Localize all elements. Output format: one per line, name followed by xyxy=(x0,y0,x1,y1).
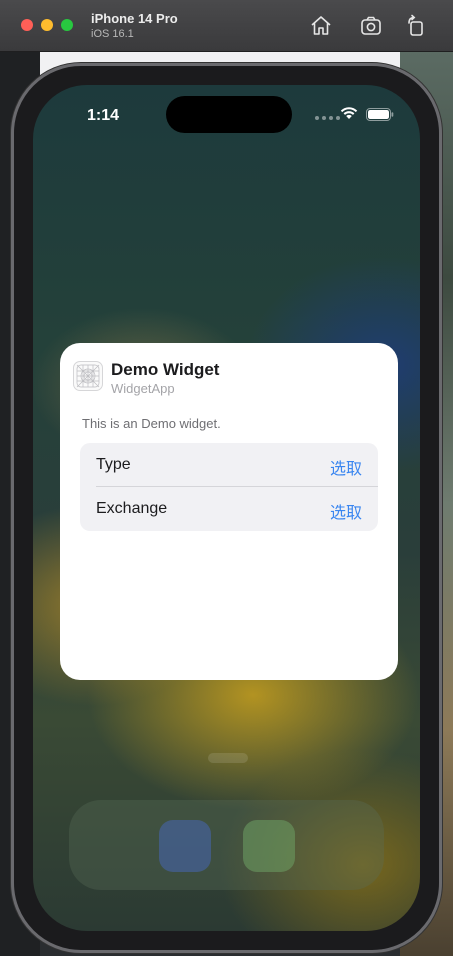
cellular-signal-icon xyxy=(315,116,340,120)
choose-type-button[interactable]: 选取 xyxy=(330,455,362,479)
iphone-device-frame: 1:14 Demo Widget WidgetApp This is an De… xyxy=(11,63,442,953)
parameter-row-exchange[interactable]: Exchange 选取 xyxy=(80,487,378,531)
app-name: WidgetApp xyxy=(111,381,175,396)
rotate-icon[interactable] xyxy=(404,14,428,38)
battery-icon xyxy=(366,108,394,121)
dynamic-island xyxy=(166,96,292,133)
dock xyxy=(69,800,384,890)
zoom-window-button[interactable] xyxy=(61,19,73,31)
parameter-label: Type xyxy=(96,456,131,473)
widget-description: This is an Demo widget. xyxy=(82,416,221,431)
os-version: iOS 16.1 xyxy=(91,28,134,40)
choose-exchange-button[interactable]: 选取 xyxy=(330,499,362,523)
device-name: iPhone 14 Pro xyxy=(91,11,178,26)
dock-app xyxy=(243,820,295,872)
parameter-row-type[interactable]: Type 选取 xyxy=(80,443,378,487)
app-icon xyxy=(73,361,103,391)
widget-title: Demo Widget xyxy=(111,360,220,379)
dock-app xyxy=(159,820,211,872)
home-icon[interactable] xyxy=(309,14,333,38)
home-screen: 1:14 Demo Widget WidgetApp This is an De… xyxy=(33,85,420,931)
page-indicator xyxy=(208,753,248,763)
wifi-icon xyxy=(340,107,358,119)
simulator-title-bar: iPhone 14 Pro iOS 16.1 xyxy=(0,0,453,52)
parameter-list: Type 选取 Exchange 选取 xyxy=(80,443,378,531)
parameter-label: Exchange xyxy=(96,500,168,517)
minimize-window-button[interactable] xyxy=(41,19,53,31)
widget-configuration-card: Demo Widget WidgetApp This is an Demo wi… xyxy=(60,343,398,680)
screenshot-icon[interactable] xyxy=(359,14,383,38)
close-window-button[interactable] xyxy=(21,19,33,31)
status-time: 1:14 xyxy=(87,107,120,124)
